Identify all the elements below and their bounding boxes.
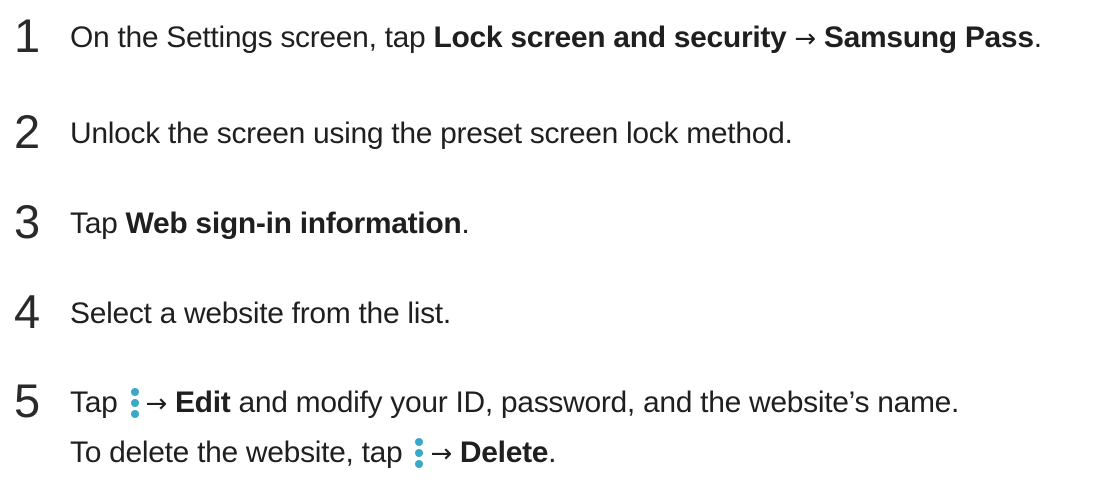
step-text-plain: Tap — [70, 207, 126, 240]
step-text: Unlock the screen using the preset scree… — [70, 117, 793, 150]
step-text-period: . — [1033, 21, 1042, 54]
step-text-plain: On the Settings screen, tap — [70, 21, 434, 54]
menu-path-edit: Edit — [174, 386, 231, 419]
step-text-period: . — [461, 207, 470, 240]
step-number: 5 — [14, 374, 41, 427]
step-text-plain: and modify your ID, password, and the we… — [230, 386, 960, 419]
menu-path-lock-screen: Lock screen and security — [433, 21, 787, 54]
step-number: 1 — [14, 9, 41, 62]
step-text: Tap Web sign-in information. — [70, 206, 470, 242]
menu-path-samsung-pass: Samsung Pass — [823, 21, 1034, 54]
menu-path-web-sign-in: Web sign-in information — [125, 207, 462, 240]
arrow-icon: → — [430, 439, 460, 469]
menu-path-delete: Delete — [459, 436, 549, 469]
instruction-steps: 1 On the Settings screen, tap Lock scree… — [0, 0, 1108, 490]
step-note-period: . — [548, 436, 557, 469]
more-options-icon — [130, 388, 140, 418]
arrow-icon: → — [786, 24, 824, 54]
more-options-icon — [414, 438, 424, 468]
step-text: Tap → Edit and modify your ID, password,… — [70, 385, 959, 421]
step-number: 4 — [14, 285, 41, 338]
step-number: 2 — [14, 105, 41, 158]
step-number: 3 — [14, 195, 41, 248]
step-note-plain: To delete the website, tap — [70, 436, 411, 469]
step-text: Select a website from the list. — [70, 297, 451, 330]
step-text-plain: Tap — [70, 386, 126, 419]
arrow-icon: → — [145, 389, 175, 419]
step-text: On the Settings screen, tap Lock screen … — [70, 20, 1042, 56]
step-note: To delete the website, tap → Delete. — [70, 435, 557, 471]
